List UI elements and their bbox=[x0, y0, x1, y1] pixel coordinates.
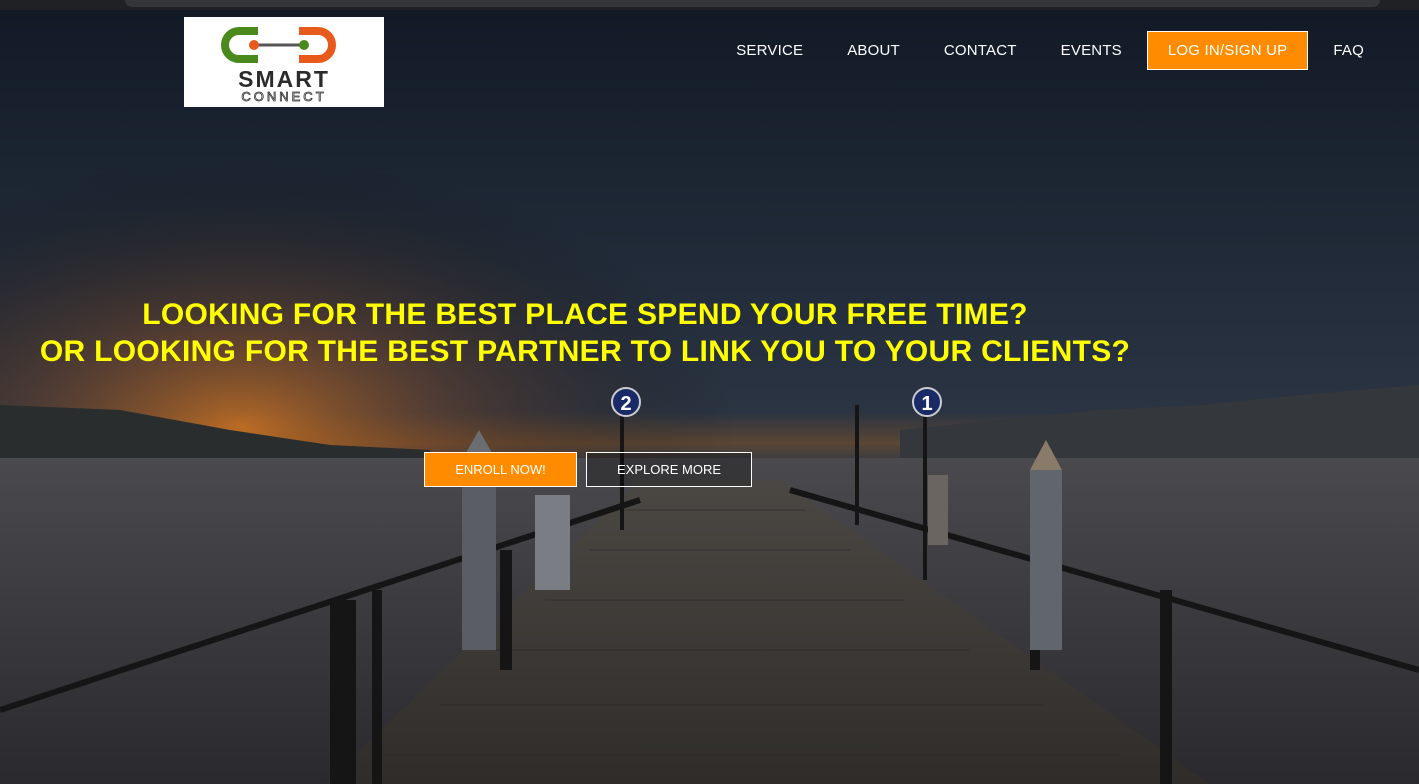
address-bar[interactable] bbox=[125, 0, 1380, 7]
hero-headline-line1: LOOKING FOR THE BEST PLACE SPEND YOUR FR… bbox=[142, 298, 1028, 331]
explore-more-button[interactable]: EXPLORE MORE bbox=[586, 452, 752, 487]
nav-item-faq[interactable]: FAQ bbox=[1333, 42, 1364, 59]
svg-text:2: 2 bbox=[620, 393, 631, 415]
hero-headline-line2: OR LOOKING FOR THE BEST PARTNER TO LINK … bbox=[39, 335, 1131, 368]
nav-item-events[interactable]: EVENTS bbox=[1061, 42, 1122, 59]
pier-sign-1: 1 bbox=[912, 387, 942, 417]
login-signup-button[interactable]: LOG IN/SIGN UP bbox=[1146, 31, 1309, 70]
svg-text:1: 1 bbox=[921, 393, 932, 415]
hero-background-image: 2 1 bbox=[0, 10, 1419, 784]
nav-item-about[interactable]: ABOUT bbox=[847, 42, 900, 59]
nav-item-contact[interactable]: CONTACT bbox=[944, 42, 1017, 59]
hero-section: 2 1 LOOKING FOR THE BEST PLACE SPEND YOU… bbox=[0, 10, 1419, 784]
pier-sign-2: 2 bbox=[611, 387, 641, 417]
nav-item-service[interactable]: SERVICE bbox=[736, 42, 803, 59]
brand-logo[interactable]: SMART CONNECT bbox=[184, 17, 384, 107]
enroll-now-button[interactable]: ENROLL NOW! bbox=[424, 452, 577, 487]
browser-chrome-strip bbox=[0, 0, 1419, 10]
logo-wordmark-connect: CONNECT bbox=[241, 89, 326, 104]
main-nav: SERVICE ABOUT CONTACT EVENTS LOG IN/SIGN… bbox=[736, 31, 1364, 70]
